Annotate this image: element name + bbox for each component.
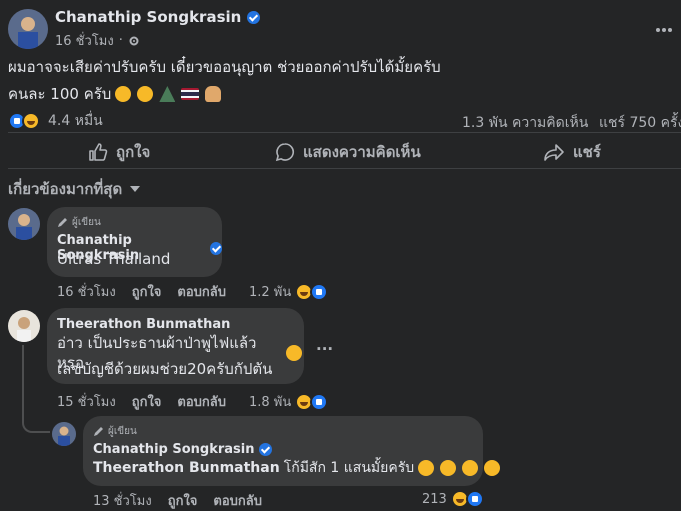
verified-badge-icon bbox=[259, 443, 273, 456]
comment-text: Ultras Thailand bbox=[57, 250, 171, 268]
divider bbox=[8, 132, 681, 133]
laughing-emoji-icon bbox=[418, 460, 435, 476]
comment-sort-dropdown[interactable]: เกี่ยวข้องมากที่สุด bbox=[8, 177, 141, 201]
laughing-emoji-icon bbox=[440, 460, 457, 476]
praying-hands-icon bbox=[205, 86, 222, 102]
comment-button[interactable]: แสดงความคิดเห็น bbox=[275, 140, 421, 164]
haha-reaction-icon[interactable] bbox=[22, 112, 40, 130]
like-button-label: ถูกใจ bbox=[116, 143, 151, 161]
comment-bubble: ผู้เขียน Chanathip Songkrasin Theerathon… bbox=[83, 416, 501, 486]
comment-like-button[interactable]: ถูกใจ bbox=[132, 391, 162, 412]
verified-badge-icon bbox=[210, 241, 222, 255]
laughing-emoji-icon bbox=[462, 460, 479, 476]
pleading-emoji-icon bbox=[137, 86, 154, 102]
post-timestamp[interactable]: 16 ชั่วโมง bbox=[55, 30, 114, 51]
thumbs-up-icon bbox=[89, 143, 108, 161]
comment-like-button[interactable]: ถูกใจ bbox=[168, 490, 198, 511]
comment-avatar[interactable] bbox=[8, 208, 40, 240]
share-arrow-icon bbox=[544, 144, 564, 161]
comment-bubble: Theerathon Bunmathan อ่าว เป็นประธานผ้าป… bbox=[47, 308, 304, 384]
post-author-name[interactable]: Chanathip Songkrasin bbox=[55, 8, 241, 26]
comment-reaction-count[interactable]: 1.8 พัน bbox=[249, 391, 291, 412]
comment-timestamp[interactable]: 16 ชั่วโมง bbox=[57, 281, 116, 302]
thread-connector bbox=[22, 345, 50, 433]
comment-button-label: แสดงความคิดเห็น bbox=[303, 143, 421, 161]
comment-bubble: ผู้เขียน Chanathip Songkrasin Ultras Tha… bbox=[47, 207, 222, 277]
comment-text: โก้มีสัก 1 แสนมั้ยครับ bbox=[283, 460, 415, 476]
gear-icon bbox=[129, 36, 139, 45]
more-horizontal-icon[interactable] bbox=[655, 17, 673, 38]
like-reaction-icon bbox=[465, 490, 484, 508]
laughing-emoji-icon bbox=[484, 460, 501, 476]
comment-reply-button[interactable]: ตอบกลับ bbox=[213, 490, 262, 511]
comment-mention-link[interactable]: Theerathon Bunmathan bbox=[93, 458, 280, 478]
comment-reaction-count[interactable]: 213 bbox=[422, 492, 447, 507]
comment-avatar[interactable] bbox=[8, 310, 40, 342]
shares-count[interactable]: แชร์ 750 ครั้ง bbox=[599, 112, 681, 134]
post-text-line-1: ผมอาจจะเสียค่าปรับครับ เดี๋ยวขออนุญาต ช่… bbox=[8, 58, 441, 76]
comment-more-options-button[interactable]: ... bbox=[316, 336, 333, 354]
share-button[interactable]: แชร์ bbox=[543, 140, 601, 164]
laughing-emoji-icon bbox=[115, 86, 132, 102]
comment-text-line-2: เลขบัญชีด้วยผมช่วย20ครับกัปตัน bbox=[57, 360, 273, 378]
comment-timestamp[interactable]: 13 ชั่วโมง bbox=[93, 490, 152, 511]
post-text-line-2: คนละ 100 ครับ bbox=[8, 85, 112, 103]
pencil-icon bbox=[94, 427, 103, 436]
post-author-avatar[interactable] bbox=[8, 9, 48, 49]
comment-reply-button[interactable]: ตอบกลับ bbox=[177, 391, 226, 412]
thailand-flag-icon bbox=[181, 88, 200, 100]
pencil-icon bbox=[58, 218, 67, 227]
author-badge-label: ผู้เขียน bbox=[72, 217, 101, 228]
like-reaction-icon bbox=[310, 282, 329, 301]
divider bbox=[8, 168, 681, 169]
verified-badge-icon bbox=[247, 10, 261, 24]
comment-reply-button[interactable]: ตอบกลับ bbox=[177, 281, 226, 302]
like-button[interactable]: ถูกใจ bbox=[88, 140, 150, 164]
chevron-down-icon bbox=[130, 186, 141, 192]
comment-like-button[interactable]: ถูกใจ bbox=[132, 281, 162, 302]
comment-bubble-icon bbox=[275, 143, 294, 162]
rofl-emoji-icon bbox=[286, 345, 302, 361]
comment-avatar[interactable] bbox=[52, 422, 76, 446]
author-badge-label: ผู้เขียน bbox=[108, 426, 137, 437]
mountain-emoji-icon bbox=[159, 86, 176, 102]
share-button-label: แชร์ bbox=[573, 143, 601, 161]
comment-reaction-count[interactable]: 1.2 พัน bbox=[249, 281, 291, 302]
like-reaction-icon bbox=[310, 392, 329, 411]
comment-timestamp[interactable]: 15 ชั่วโมง bbox=[57, 391, 116, 412]
comment-author-name[interactable]: Theerathon Bunmathan bbox=[57, 317, 230, 332]
comment-sort-label: เกี่ยวข้องมากที่สุด bbox=[8, 180, 123, 198]
reactions-count[interactable]: 4.4 หมื่น bbox=[48, 110, 103, 132]
comments-count[interactable]: 1.3 พัน ความคิดเห็น bbox=[462, 112, 588, 134]
comment-author-name[interactable]: Chanathip Songkrasin bbox=[93, 442, 254, 457]
